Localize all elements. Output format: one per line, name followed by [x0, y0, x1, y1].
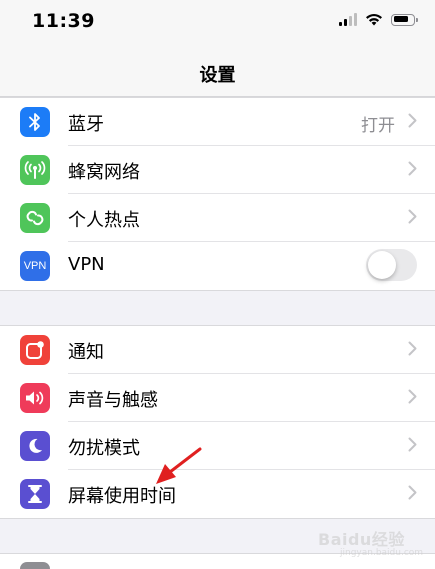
toggle-knob — [368, 251, 396, 279]
gear-icon — [20, 562, 50, 569]
row-label: 屏幕使用时间 — [68, 486, 176, 507]
row-label: 蜂窝网络 — [68, 162, 140, 183]
watermark-text: Baidu经验 — [318, 530, 405, 549]
chevron-right-icon — [408, 113, 417, 128]
status-bar: 11:39 — [0, 0, 435, 48]
chevron-right-icon — [408, 341, 417, 356]
chevron-right-icon — [408, 161, 417, 176]
moon-icon — [20, 431, 50, 461]
row-label: VPN — [68, 254, 105, 275]
notification-icon — [20, 335, 50, 365]
watermark-subtext: jingyan.baidu.com — [340, 548, 424, 558]
notifications-group: 通知 声音与触感 勿扰模式 屏幕使用时间 — [0, 325, 435, 519]
hourglass-icon — [20, 479, 50, 509]
settings-row-sounds[interactable]: 声音与触感 — [0, 374, 435, 422]
vpn-icon-text: VPN — [23, 260, 47, 272]
vpn-toggle[interactable] — [366, 249, 417, 281]
row-value: 打开 — [361, 116, 395, 136]
settings-row-cellular[interactable]: 蜂窝网络 — [0, 146, 435, 194]
row-label: 蓝牙 — [68, 114, 104, 135]
battery-icon — [391, 13, 418, 26]
navigation-bar: 设置 — [0, 48, 435, 97]
status-icons — [339, 13, 418, 26]
speaker-icon — [20, 383, 50, 413]
row-label: 声音与触感 — [68, 390, 158, 411]
chevron-right-icon — [408, 485, 417, 500]
row-label: 通知 — [68, 342, 104, 363]
settings-row-do-not-disturb[interactable]: 勿扰模式 — [0, 422, 435, 470]
vpn-icon: VPN — [20, 251, 50, 281]
row-label: 个人热点 — [68, 210, 140, 231]
settings-screen: 11:39 设置 蓝牙 打开 蜂窝网络 个人热点 VPN VPN 通知 声音与触… — [0, 0, 435, 569]
settings-row-vpn: VPN VPN — [0, 242, 435, 290]
battery-level — [393, 16, 408, 22]
connectivity-group: 蓝牙 打开 蜂窝网络 个人热点 VPN VPN — [0, 97, 435, 291]
chevron-right-icon — [408, 389, 417, 404]
antenna-icon — [20, 155, 50, 185]
chevron-right-icon — [408, 437, 417, 452]
settings-row-bluetooth[interactable]: 蓝牙 打开 — [0, 98, 435, 146]
wifi-icon — [366, 13, 382, 26]
settings-row-personal-hotspot[interactable]: 个人热点 — [0, 194, 435, 242]
settings-row-notifications[interactable]: 通知 — [0, 326, 435, 374]
status-time: 11:39 — [32, 10, 95, 32]
row-label: 勿扰模式 — [68, 438, 140, 459]
settings-row-screen-time[interactable]: 屏幕使用时间 — [0, 470, 435, 518]
baidu-watermark: Baidu经验 jingyan.baidu.com — [318, 512, 423, 562]
cellular-signal-icon — [339, 13, 357, 26]
page-title: 设置 — [199, 65, 236, 86]
chevron-right-icon — [408, 209, 417, 224]
bluetooth-icon — [20, 107, 50, 137]
hotspot-link-icon — [20, 203, 50, 233]
